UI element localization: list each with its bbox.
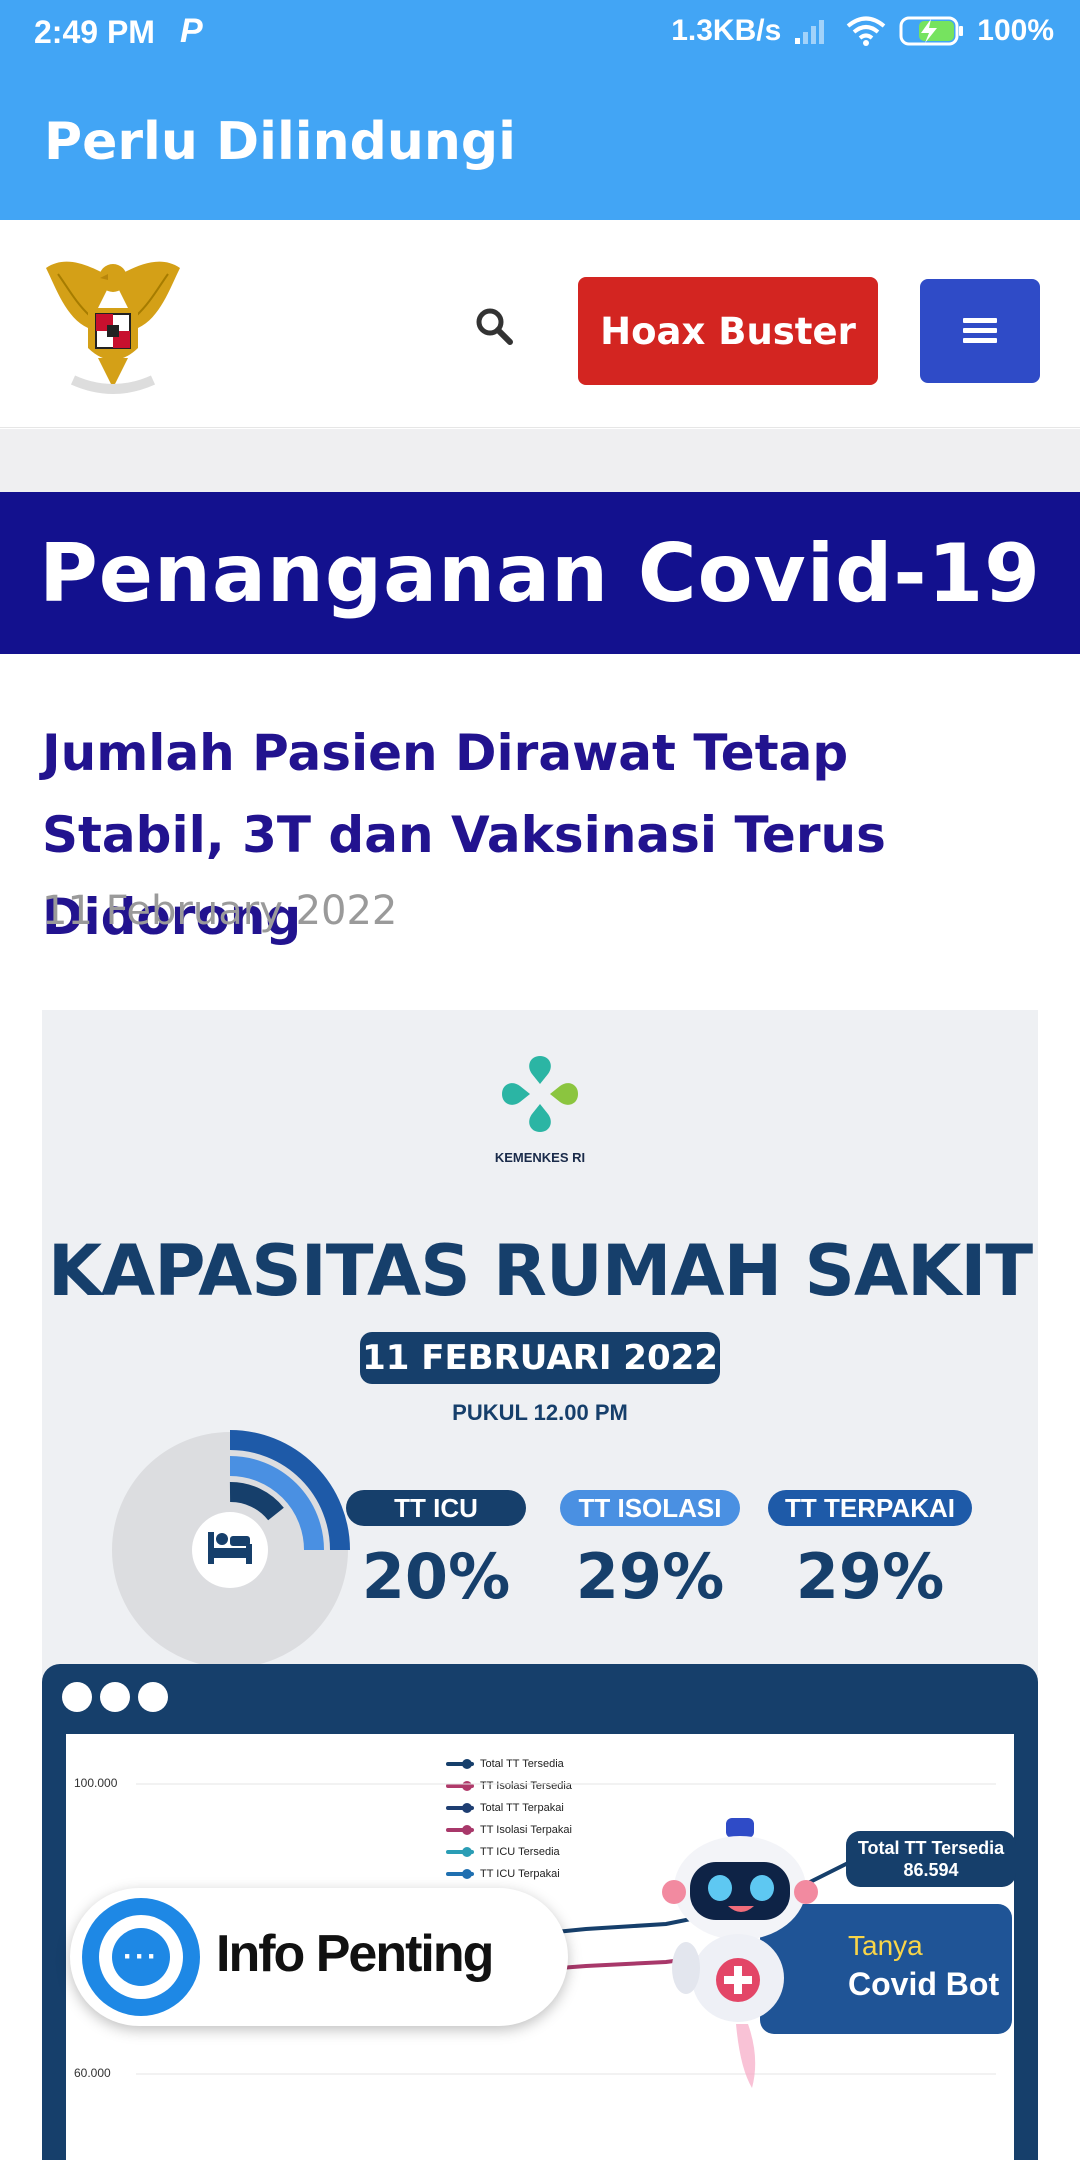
stat-label: TT ICU [346,1490,526,1526]
window-dot [62,1682,92,1712]
kemenkes-logo-icon [502,1056,578,1132]
status-right: 1.3KB/s 100% [671,14,1054,48]
stat-tt-icu: TT ICU 20% [346,1490,526,1613]
stat-tt-terpakai: TT TERPAKAI 29% [768,1490,972,1613]
network-speed: 1.3KB/s [671,14,782,47]
status-time: 2:49 PM [34,14,155,50]
battery-charging-icon [899,16,964,46]
info-penting-button[interactable]: ··· Info Penting [70,1888,568,2026]
infographic-heading: KAPASITAS RUMAH SAKIT [47,1230,1033,1312]
covid-bot-robot-icon[interactable] [656,1818,826,2098]
battery-level: 100% [977,14,1054,47]
callout-value: 86.594 [903,1860,959,1880]
garuda-emblem-icon[interactable] [38,248,188,408]
header-spacer [0,429,1080,492]
stat-value: 29% [575,1540,725,1613]
status-bar: 2:49 PM P 1.3KB/s 100% [0,0,1080,66]
bot-prompt: Tanya [848,1930,923,1961]
callout-label: Total TT Tersedia [857,1838,1005,1858]
window-dot [100,1682,130,1712]
app-indicator-icon: P [180,12,203,50]
stat-value: 20% [361,1540,511,1613]
search-icon[interactable] [474,306,514,346]
stat-label: TT TERPAKAI [768,1490,972,1526]
chat-bubble-icon: ··· [82,1898,200,2016]
hoax-buster-button[interactable]: Hoax Buster [578,277,878,385]
stat-value: 29% [795,1540,945,1613]
category-banner: Penanganan Covid-19 [0,492,1080,654]
hamburger-menu-icon [963,318,997,343]
app-title: Perlu Dilindungi [44,112,516,172]
infographic-date: 11 FEBRUARI 2022 [360,1332,720,1384]
stat-label: TT ISOLASI [560,1490,740,1526]
window-dot [138,1682,168,1712]
article-date: 11 February 2022 [42,888,398,934]
app-bar: Perlu Dilindungi [0,66,1080,220]
site-header: Hoax Buster [0,220,1080,428]
hamburger-menu-button[interactable] [920,279,1040,383]
chart-callout: Total TT Tersedia 86.594 [846,1831,1016,1887]
bot-name: Covid Bot [848,1966,1000,2002]
wifi-icon [846,16,886,46]
banner-title: Penanganan Covid-19 [39,526,1041,620]
capacity-donut-icon [112,1430,350,1668]
stat-tt-isolasi: TT ISOLASI 29% [560,1490,740,1613]
info-penting-label: Info Penting [216,1925,494,1983]
signal-icon [795,20,825,44]
kemenkes-label: KEMENKES RI [494,1150,586,1165]
